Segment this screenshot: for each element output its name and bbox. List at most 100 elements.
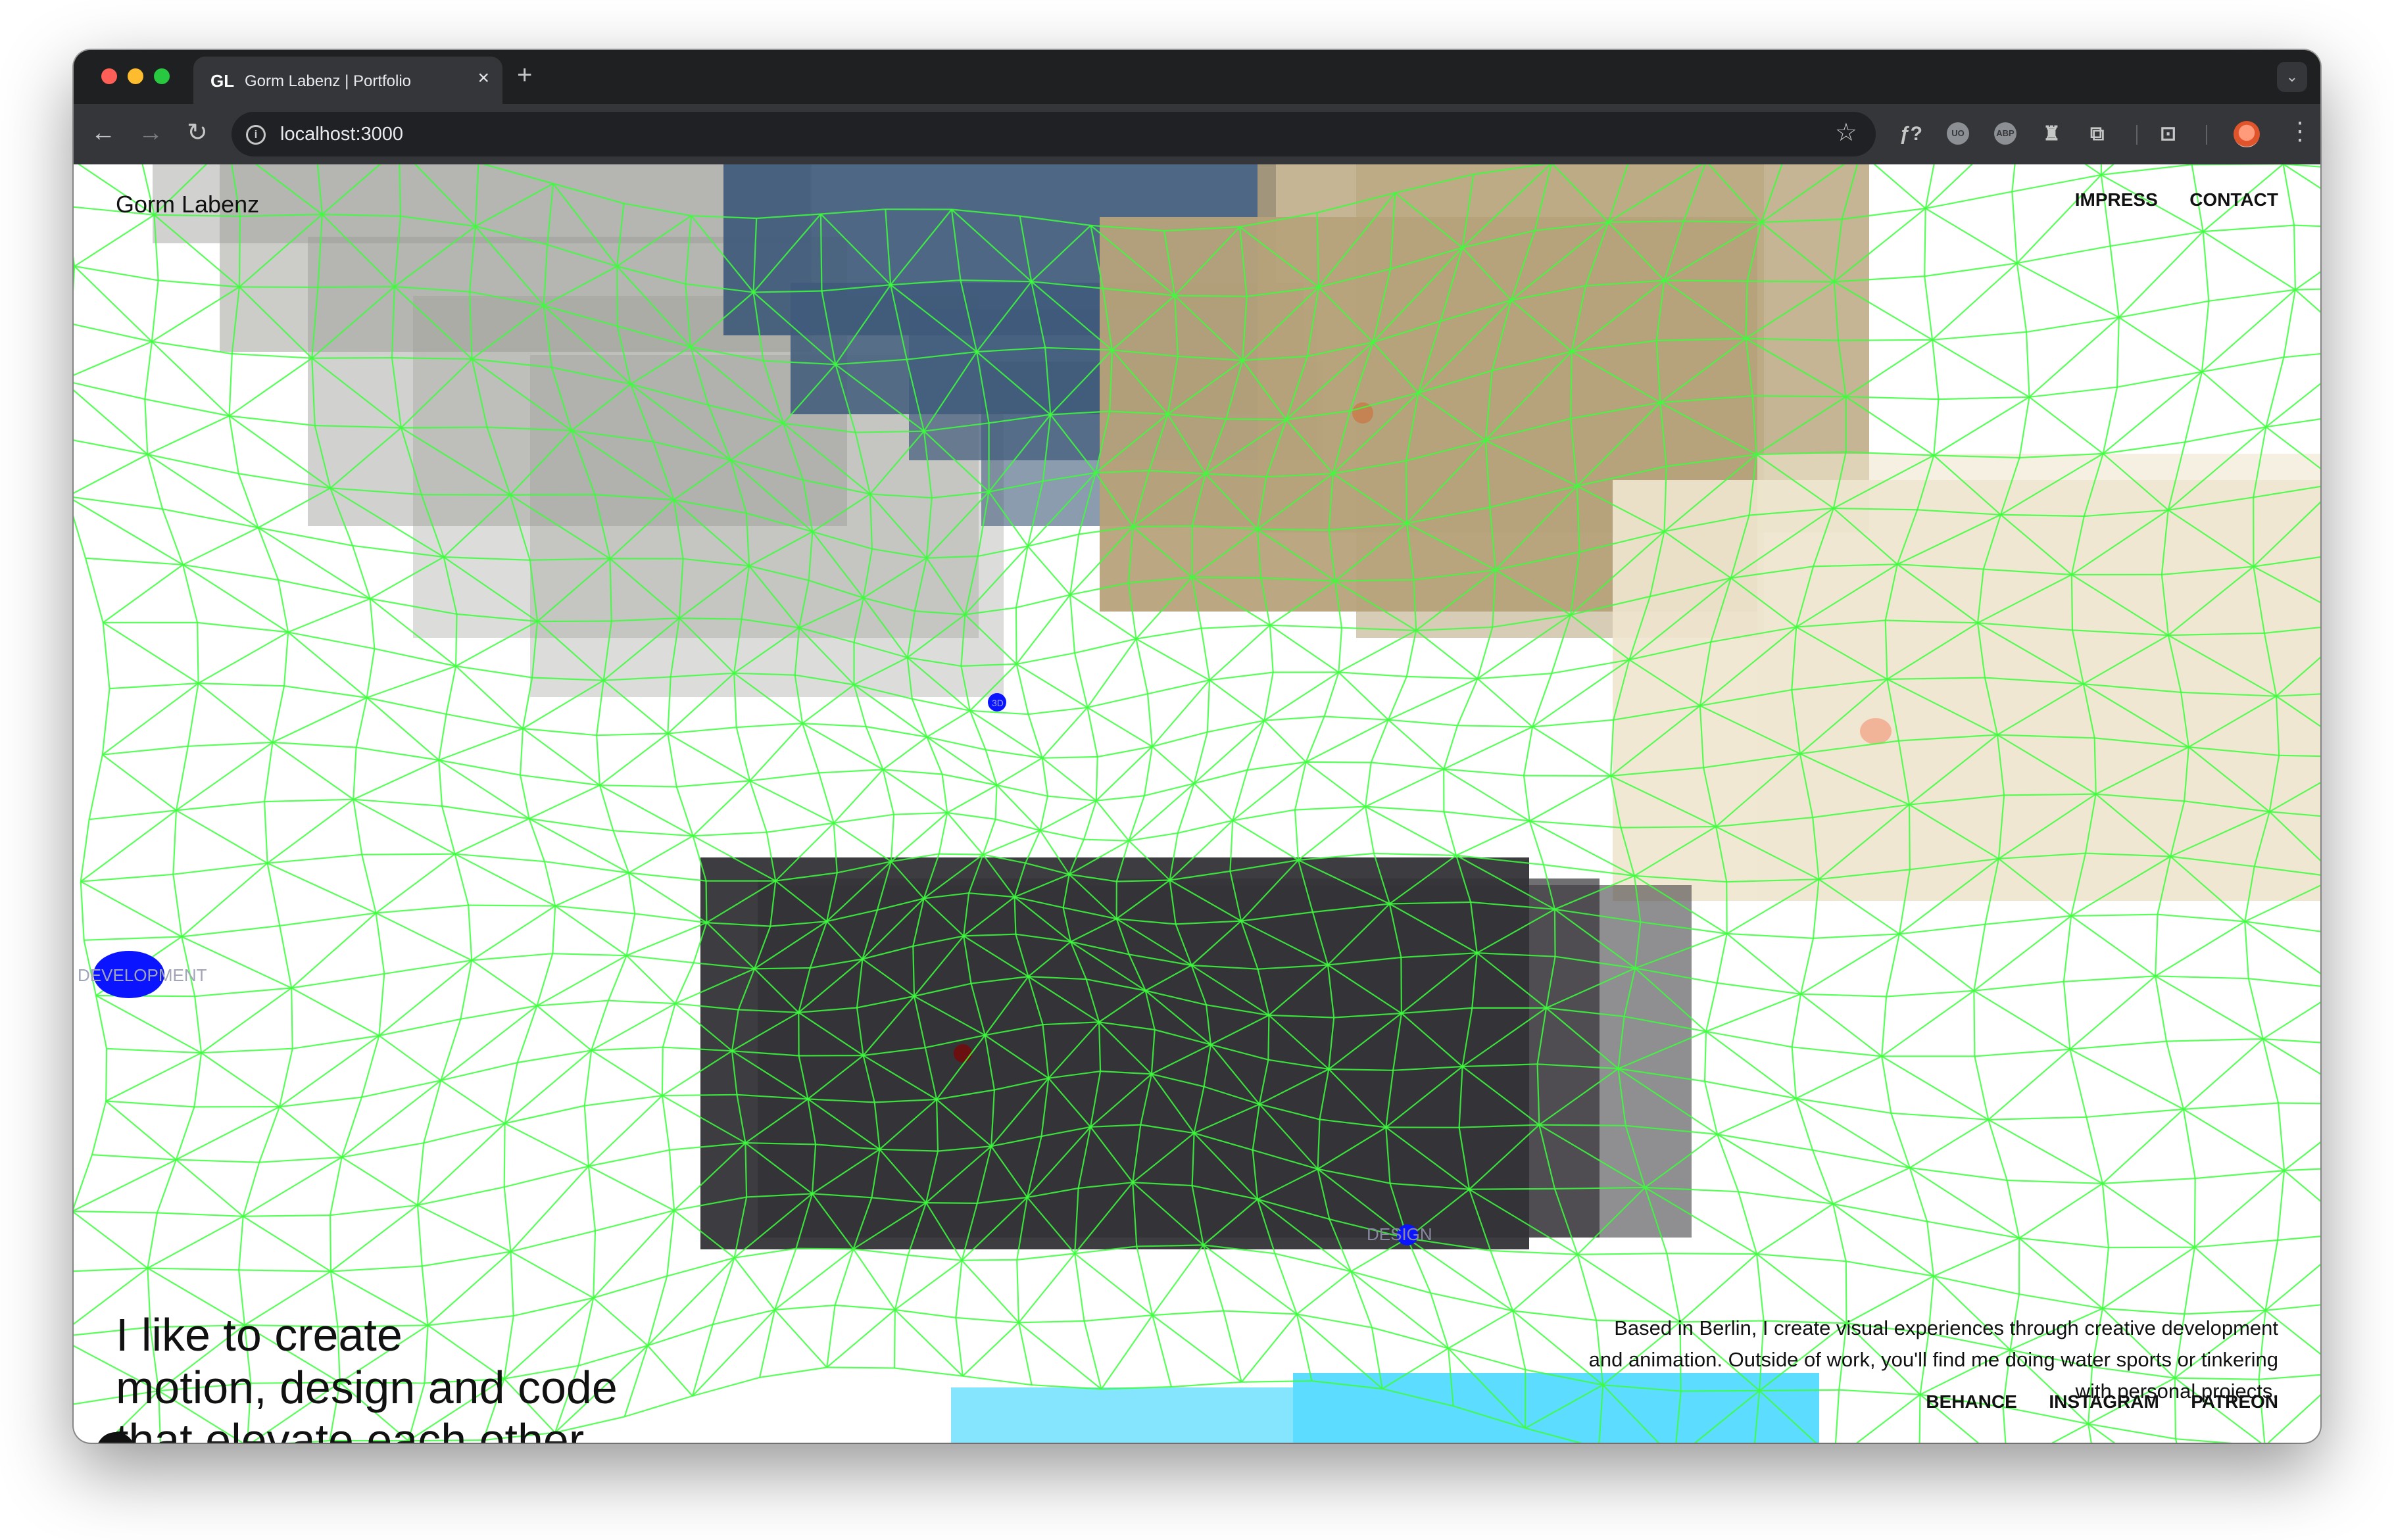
mesh-edge <box>2278 1102 2320 1105</box>
mesh-edge <box>2295 271 2320 291</box>
mesh-edge <box>2116 371 2203 388</box>
mesh-edge <box>272 741 356 748</box>
mesh-edge <box>555 905 635 915</box>
mesh-edge <box>1988 1116 2087 1120</box>
mesh-edge <box>182 564 279 581</box>
ff-script-icon[interactable]: ƒ? <box>1899 121 1922 147</box>
mesh-edge <box>1800 993 1882 1057</box>
mesh-edge <box>1039 796 1048 831</box>
mesh-edge <box>2262 1001 2320 1040</box>
webgl-canvas[interactable]: DEVELOPMENT 3D DESIGN <box>74 164 2320 1443</box>
mesh-edge <box>1909 1167 1928 1222</box>
mesh-edge <box>74 496 163 510</box>
mesh-edge <box>2155 976 2168 1042</box>
mesh-edge <box>1974 1048 2070 1057</box>
nav-impress-link[interactable]: IMPRESS <box>2075 189 2158 210</box>
mesh-edge <box>198 631 289 685</box>
tab-favicon: GL <box>210 71 235 91</box>
mesh-edge <box>157 1212 243 1217</box>
mesh-edge <box>376 912 472 961</box>
address-bar[interactable]: i localhost:3000 ☆ <box>232 112 1876 156</box>
minimize-window-button[interactable] <box>128 68 143 84</box>
mesh-edge <box>520 775 530 819</box>
browser-menu-icon[interactable]: ⋮ <box>2287 117 2312 146</box>
mesh-edge <box>1209 624 1271 681</box>
mesh-edge <box>2069 1048 2184 1110</box>
mesh-edge <box>1529 775 1611 822</box>
mesh-edge <box>144 398 149 455</box>
mesh-edge <box>74 1211 149 1269</box>
mesh-edge <box>102 683 199 756</box>
new-tab-button[interactable]: + <box>517 62 532 88</box>
mesh-edge <box>1443 725 1459 769</box>
mesh-edge <box>417 1204 511 1253</box>
relay-icon[interactable]: ♜ <box>2043 121 2061 147</box>
mesh-edge <box>1717 1097 1797 1136</box>
maximize-window-button[interactable] <box>154 68 170 84</box>
mesh-edge <box>852 1248 896 1311</box>
mesh-edge <box>1899 933 1975 992</box>
mesh-edge <box>1087 706 1153 748</box>
behance-link[interactable]: BEHANCE <box>1926 1391 2016 1412</box>
brand-logo[interactable]: Gorm Labenz <box>116 191 259 218</box>
url-text[interactable]: localhost:3000 <box>280 124 403 145</box>
top-nav: IMPRESS CONTACT <box>2046 189 2278 210</box>
close-window-button[interactable] <box>101 68 117 84</box>
mesh-edge <box>2202 231 2210 301</box>
forward-button[interactable]: → <box>138 118 163 147</box>
mesh-edge <box>468 904 556 907</box>
mesh-edge <box>1890 1113 1911 1168</box>
mesh-edge <box>102 754 177 811</box>
mesh-edge <box>376 904 469 914</box>
mesh-edge <box>151 280 159 342</box>
close-tab-icon[interactable]: × <box>477 68 489 88</box>
mesh-edge <box>750 772 819 782</box>
mesh-edge <box>85 558 104 623</box>
back-button[interactable]: ← <box>91 118 116 147</box>
mesh-edge <box>2201 356 2284 373</box>
mesh-edge <box>504 1165 589 1188</box>
mesh-edge <box>1373 852 1457 856</box>
mesh-edge <box>627 873 636 914</box>
mesh-edge <box>2209 289 2296 302</box>
mesh-edge <box>1016 1259 1020 1323</box>
nav-contact-link[interactable]: CONTACT <box>2189 189 2278 210</box>
tab-portfolio[interactable]: GL Gorm Labenz | Portfolio × <box>193 57 502 104</box>
mesh-edge <box>599 784 677 788</box>
mesh-edge <box>1041 758 1048 796</box>
mesh-edge <box>1087 638 1137 708</box>
mesh-edge <box>1240 1313 1298 1383</box>
mesh-edge <box>1800 933 1900 995</box>
patreon-link[interactable]: PATREON <box>2191 1391 2278 1412</box>
instagram-link[interactable]: INSTAGRAM <box>2049 1391 2159 1412</box>
profile-avatar[interactable] <box>2234 121 2260 147</box>
mesh-edge <box>1973 915 2072 992</box>
mesh-edge <box>593 1275 668 1299</box>
mesh-edge <box>613 830 693 837</box>
mesh-edge <box>2245 921 2320 932</box>
mesh-edge <box>74 1267 148 1272</box>
mesh-edge <box>2295 289 2320 313</box>
mesh-edge <box>1298 806 1366 861</box>
mesh-edge <box>802 723 884 771</box>
mesh-edge <box>1799 938 1815 994</box>
mesh-edge <box>517 1049 592 1064</box>
ublock-icon[interactable]: UO <box>1947 122 1969 145</box>
mesh-edge <box>74 324 153 343</box>
site-info-icon[interactable]: i <box>246 125 266 145</box>
mesh-edge <box>1027 713 1043 759</box>
screenshot-icon[interactable]: ⊡ <box>2160 121 2176 147</box>
bookmark-star-icon[interactable]: ☆ <box>1835 120 1857 146</box>
mesh-edge <box>962 1259 1017 1261</box>
mesh-edge <box>2101 1247 2110 1309</box>
extensions-puzzle-icon[interactable]: ⧉ <box>2090 121 2104 147</box>
mesh-edge <box>441 806 456 854</box>
mesh-edge <box>2155 921 2245 977</box>
mesh-edge <box>2247 978 2264 1040</box>
mesh-edge <box>529 818 629 874</box>
tab-search-button[interactable]: ⌄ <box>2277 62 2307 92</box>
reload-button[interactable]: ↻ <box>187 118 208 147</box>
adblock-plus-icon[interactable]: ABP <box>1994 122 2016 145</box>
mesh-edge <box>1832 1167 1911 1205</box>
mesh-edge <box>1832 1203 1928 1222</box>
